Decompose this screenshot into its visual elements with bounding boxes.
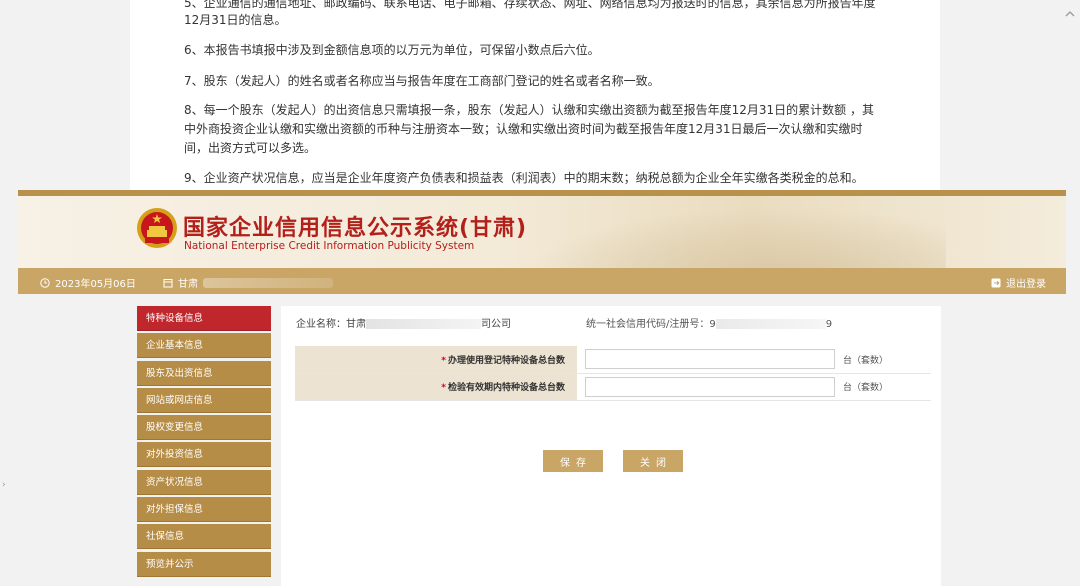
inspected-equipment-label: 检验有效期内特种设备总台数 bbox=[448, 383, 565, 393]
form-row: *检验有效期内特种设备总台数 台（套数） bbox=[295, 373, 931, 400]
sidebar-item-websites[interactable]: 网站或网店信息 bbox=[137, 388, 271, 413]
region-text: 甘肃 bbox=[178, 275, 198, 290]
registered-equipment-label: 办理使用登记特种设备总台数 bbox=[448, 356, 565, 366]
calendar-icon bbox=[163, 278, 173, 288]
company-name-row: 企业名称：甘肃 司公司 bbox=[296, 315, 511, 330]
instruction-line-8c: 间，出资方式可以多选。 bbox=[184, 139, 904, 158]
scroll-up-icon[interactable] bbox=[1064, 8, 1076, 20]
redacted-credit-code bbox=[716, 319, 826, 329]
close-button[interactable]: 关闭 bbox=[623, 450, 683, 472]
sidebar-item-social-security[interactable]: 社保信息 bbox=[137, 524, 271, 549]
input-cell bbox=[577, 346, 839, 373]
redacted-text bbox=[203, 278, 333, 288]
inspected-equipment-count-input[interactable] bbox=[585, 377, 835, 397]
site-subtitle: National Enterprise Credit Information P… bbox=[184, 240, 474, 252]
sidebar-item-equity-changes[interactable]: 股权变更信息 bbox=[137, 415, 271, 440]
instruction-line-8b: 中外商投资企业认缴和实缴出资额的币种与注册资本一致；认缴和实缴出资时间为截至报告… bbox=[184, 120, 904, 139]
national-emblem-icon bbox=[135, 206, 179, 250]
sidebar-item-shareholders[interactable]: 股东及出资信息 bbox=[137, 361, 271, 386]
special-equipment-form-panel: 企业名称：甘肃司公司 统一社会信用代码/注册号：99 *办理使用登记特种设备总台… bbox=[281, 306, 941, 586]
sidebar-item-assets[interactable]: 资产状况信息 bbox=[137, 470, 271, 495]
required-star: * bbox=[441, 356, 446, 366]
save-button[interactable]: 保存 bbox=[543, 450, 603, 472]
logout-button[interactable]: 退出登录 bbox=[991, 275, 1046, 290]
sidebar-item-preview-publish[interactable]: 预览并公示 bbox=[137, 552, 271, 577]
logout-icon bbox=[991, 278, 1001, 288]
sidebar-item-guarantees[interactable]: 对外担保信息 bbox=[137, 497, 271, 522]
unit-label: 台（套数） bbox=[839, 373, 931, 400]
instruction-line-6: 6、本报告书填报中涉及到金额信息项的以万元为单位，可保留小数点后六位。 bbox=[184, 41, 904, 60]
date-text: 2023年05月06日 bbox=[55, 275, 136, 290]
site-header: 国家企业信用信息公示系统(甘肃) National Enterprise Cre… bbox=[18, 196, 1066, 268]
sidebar-item-basic-info[interactable]: 企业基本信息 bbox=[137, 333, 271, 358]
credit-code-row: 统一社会信用代码/注册号：99 bbox=[586, 315, 832, 330]
company-name-label: 企业名称： bbox=[296, 319, 346, 330]
field-label: *检验有效期内特种设备总台数 bbox=[295, 373, 577, 400]
unit-label: 台（套数） bbox=[839, 346, 931, 373]
site-title: 国家企业信用信息公示系统(甘肃) bbox=[183, 210, 527, 242]
company-name-start: 甘肃 bbox=[346, 319, 366, 330]
page-background-left bbox=[0, 0, 130, 190]
mountain-illustration bbox=[526, 206, 946, 268]
fill-instructions-panel: 5、企业通信的通信地址、邮政编码、联系电话、电子邮箱、存续状态、网址、网络信息均… bbox=[130, 0, 940, 190]
required-star: * bbox=[441, 383, 446, 393]
instruction-line-8a: 8、每一个股东（发起人）的出资信息只需填报一条，股东（发起人）认缴和实缴出资额为… bbox=[184, 101, 904, 120]
redacted-company-name bbox=[366, 319, 481, 329]
logout-label: 退出登录 bbox=[1006, 275, 1046, 290]
instruction-line-5b: 12月31日的信息。 bbox=[184, 11, 904, 30]
credit-code-label: 统一社会信用代码/注册号： bbox=[586, 319, 709, 330]
instruction-line-9: 9、企业资产状况信息，应当是企业年度资产负债表和损益表（利润表）中的期末数；纳税… bbox=[184, 169, 904, 188]
registered-equipment-count-input[interactable] bbox=[585, 349, 835, 369]
form-row: *办理使用登记特种设备总台数 台（套数） bbox=[295, 346, 931, 373]
current-date: 2023年05月06日 bbox=[40, 275, 136, 290]
company-name-end: 司公司 bbox=[481, 319, 511, 330]
field-label: *办理使用登记特种设备总台数 bbox=[295, 346, 577, 373]
input-cell bbox=[577, 373, 839, 400]
report-sidebar: 特种设备信息 企业基本信息 股东及出资信息 网站或网店信息 股权变更信息 对外投… bbox=[137, 306, 271, 579]
region-info: 甘肃 bbox=[163, 275, 333, 290]
equipment-form-table: *办理使用登记特种设备总台数 台（套数） *检验有效期内特种设备总台数 台（套数… bbox=[295, 346, 931, 401]
credit-code-end: 9 bbox=[826, 319, 832, 330]
top-nav-bar: 2023年05月06日 甘肃 退出登录 bbox=[18, 268, 1066, 294]
sidebar-item-investments[interactable]: 对外投资信息 bbox=[137, 442, 271, 467]
sidebar-item-special-equipment[interactable]: 特种设备信息 bbox=[137, 306, 271, 331]
instruction-line-7: 7、股东（发起人）的姓名或者名称应当与报告年度在工商部门登记的姓名或者名称一致。 bbox=[184, 72, 904, 91]
left-edge-marker: › bbox=[2, 480, 6, 490]
clock-icon bbox=[40, 278, 50, 288]
